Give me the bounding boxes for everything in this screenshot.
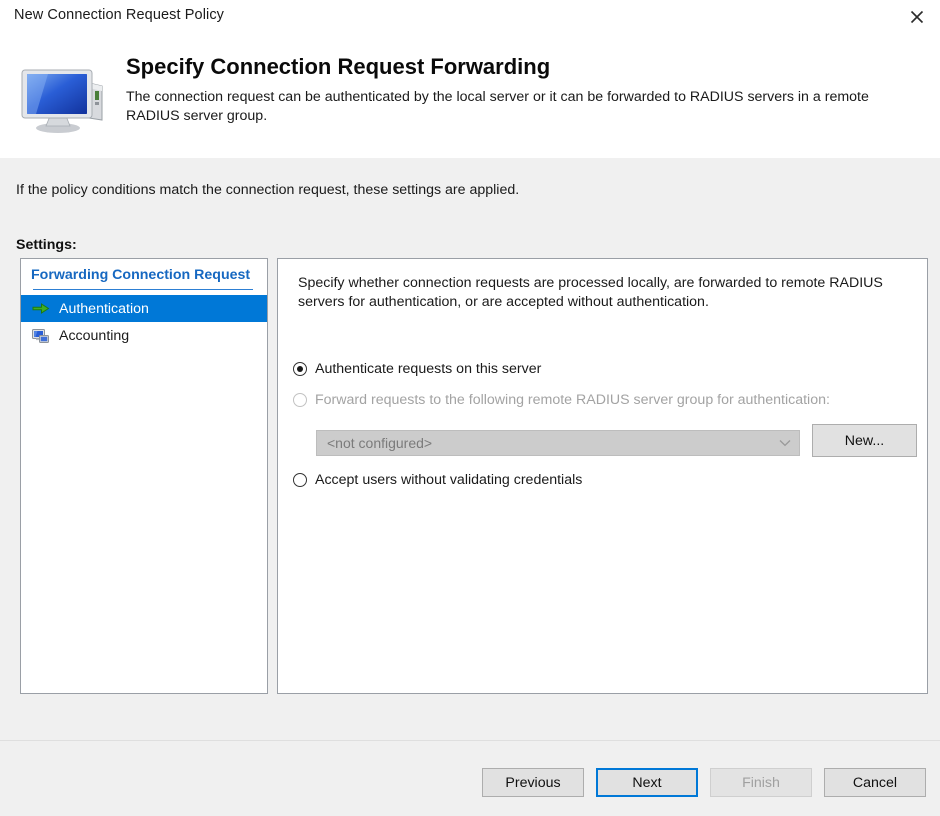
- dialog-body: If the policy conditions match the conne…: [0, 158, 940, 740]
- settings-label: Settings:: [16, 237, 77, 253]
- page-title: Specify Connection Request Forwarding: [126, 54, 551, 79]
- title-bar: New Connection Request Policy: [0, 0, 940, 36]
- radio-label: Accept users without validating credenti…: [315, 472, 583, 488]
- next-button[interactable]: Next: [596, 768, 698, 797]
- previous-button[interactable]: Previous: [482, 768, 584, 797]
- finish-button: Finish: [710, 768, 812, 797]
- radio-label: Authenticate requests on this server: [315, 361, 542, 377]
- footer-button-group: Previous Next Finish Cancel: [482, 768, 926, 797]
- tree-group-header: Forwarding Connection Request: [21, 259, 267, 295]
- radio-accept-users-without-validating[interactable]: Accept users without validating credenti…: [293, 472, 582, 488]
- cancel-button[interactable]: Cancel: [824, 768, 926, 797]
- sidebar-item-label: Authentication: [59, 300, 149, 317]
- sidebar-item-label: Accounting: [59, 327, 130, 344]
- close-button[interactable]: [894, 0, 940, 34]
- radio-forward-to-remote-group: Forward requests to the following remote…: [293, 392, 830, 408]
- intro-text: If the policy conditions match the conne…: [16, 182, 520, 198]
- radio-button-indicator: [293, 473, 307, 487]
- chevron-down-icon: [771, 439, 799, 447]
- radio-button-indicator: [293, 362, 307, 376]
- green-arrow-icon: [31, 300, 51, 318]
- wizard-banner: Specify Connection Request Forwarding Th…: [0, 36, 940, 158]
- radio-authenticate-on-this-server[interactable]: Authenticate requests on this server: [293, 361, 541, 377]
- close-icon: [910, 10, 924, 24]
- network-computers-icon: [31, 327, 51, 345]
- radio-label: Forward requests to the following remote…: [315, 392, 830, 408]
- combo-value: <not configured>: [327, 435, 433, 451]
- computer-monitor-icon: [14, 58, 114, 138]
- tree-group-label: Forwarding Connection Request: [31, 267, 251, 283]
- new-server-group-button[interactable]: New...: [812, 424, 917, 457]
- sidebar-item-accounting[interactable]: Accounting: [21, 322, 267, 349]
- dialog-footer: Previous Next Finish Cancel: [0, 740, 940, 816]
- radio-button-indicator: [293, 393, 307, 407]
- settings-tree-panel: Forwarding Connection Request Authentica…: [20, 258, 268, 694]
- page-description: The connection request can be authentica…: [126, 89, 869, 124]
- window-title: New Connection Request Policy: [14, 7, 225, 23]
- tree-group-divider: [33, 289, 253, 290]
- content-description: Specify whether connection requests are …: [298, 275, 883, 310]
- content-panel: Specify whether connection requests are …: [277, 258, 928, 694]
- remote-radius-server-group-select: <not configured>: [316, 430, 800, 456]
- sidebar-item-authentication[interactable]: Authentication: [21, 295, 267, 322]
